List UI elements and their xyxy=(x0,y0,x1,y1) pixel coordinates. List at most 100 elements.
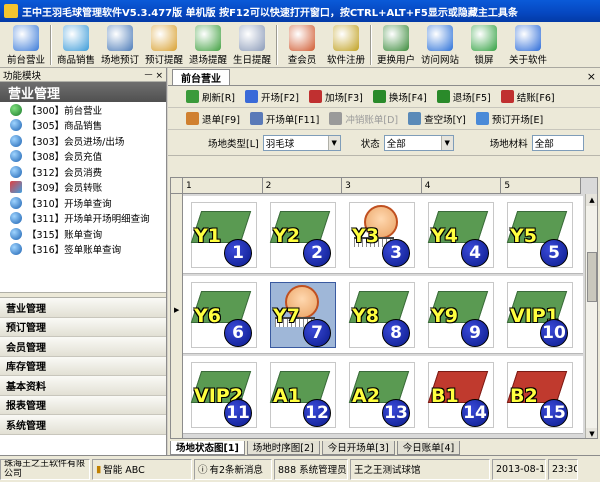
tree-item[interactable]: 【303】会员进场/出场 xyxy=(10,133,166,149)
venue-type-select[interactable]: 羽毛球 ▼ xyxy=(262,134,341,151)
action-button-exit-venue[interactable]: 退场[F5] xyxy=(436,90,491,104)
module-menu-item[interactable]: 系统管理 xyxy=(0,415,166,435)
venue-cell[interactable]: B2 15 xyxy=(506,362,573,428)
tree-item[interactable]: 【310】开场单查询 xyxy=(10,195,166,211)
module-menu-item[interactable]: 报表管理 xyxy=(0,395,166,415)
tree-item-label: 【309】会员转账 xyxy=(27,183,103,195)
toolbar-button-user-switch[interactable]: 更换用户 xyxy=(374,22,418,68)
action-button-add-venue[interactable]: 加场[F3] xyxy=(308,90,363,104)
material-select[interactable]: 全部 xyxy=(531,134,584,151)
venue-name-label: Y3 xyxy=(352,225,379,247)
venue-type-value: 羽毛球 xyxy=(265,138,295,150)
tree-item[interactable]: 【305】商品销售 xyxy=(10,118,166,134)
column-header-cell[interactable]: 5 xyxy=(501,178,581,194)
status-select[interactable]: 全部 ▼ xyxy=(383,134,454,151)
action-button-label: 退场[F5] xyxy=(452,92,491,104)
column-header-cell[interactable]: 3 xyxy=(342,178,422,194)
scroll-thumb[interactable] xyxy=(587,252,597,302)
vertical-scrollbar[interactable]: ▲ ▼ xyxy=(585,194,597,438)
open-venue-icon xyxy=(245,90,259,103)
action-button-search-venue[interactable]: 查空场[Y] xyxy=(408,112,466,126)
action-button-open-venue[interactable]: 开场[F2] xyxy=(245,90,299,104)
column-header-cell[interactable]: 2 xyxy=(263,178,343,194)
action-button-receipt[interactable]: 开场单[F11] xyxy=(249,112,320,126)
current-user: 888 系统管理员 xyxy=(274,458,348,480)
venue-cell[interactable]: Y2 2 xyxy=(269,202,336,268)
pin-icon[interactable]: ᅳ × xyxy=(144,68,163,81)
scroll-up-icon[interactable]: ▲ xyxy=(586,194,597,206)
close-icon[interactable]: × xyxy=(587,70,596,83)
globe-icon xyxy=(10,134,22,147)
venue-cell[interactable]: Y7 7 xyxy=(270,282,336,348)
exit-venue-icon xyxy=(436,90,450,103)
view-tab[interactable]: 场地时序图[2] xyxy=(246,440,320,455)
tree-item-label: 【316】签单账单查询 xyxy=(27,245,122,257)
venue-cell[interactable]: VIP2 11 xyxy=(190,362,257,428)
toolbar-button-ie[interactable]: 访问网站 xyxy=(418,22,462,68)
column-header-cell[interactable]: 1 xyxy=(183,178,263,194)
module-menu-item[interactable]: 基本资料 xyxy=(0,376,166,396)
action-button-label: 结账[F6] xyxy=(516,92,555,104)
venue-cell[interactable]: Y3 3 xyxy=(349,202,415,268)
tree-item[interactable]: 【308】会员充值 xyxy=(10,149,166,165)
checkout-icon xyxy=(500,90,514,103)
toolbar-button-notepad[interactable]: 前台营业 xyxy=(4,22,48,68)
message-indicator[interactable]: ⓘ 有2条新消息 xyxy=(194,458,272,480)
venue-cell[interactable]: VIP1 10 xyxy=(506,282,573,348)
venue-cell[interactable]: B1 14 xyxy=(427,362,494,428)
toolbar-button-users[interactable]: 查会员 xyxy=(280,22,324,68)
module-menu-item[interactable]: 库存管理 xyxy=(0,356,166,376)
venue-row: VIP2 11 A1 12 A2 13 B1 14 B2 15 xyxy=(183,356,583,434)
action-button-checkout[interactable]: 结账[F6] xyxy=(500,90,555,104)
toolbar-button-lock-arrow[interactable]: 锁屏 xyxy=(462,22,506,68)
tree-item[interactable]: 【312】会员消费 xyxy=(10,164,166,180)
toolbar-button-person[interactable]: 商品销售 xyxy=(54,22,98,68)
function-module-panel: 功能模块 ᅳ × 营业管理 【300】前台营业 【305】商品销售 【303】会员进… xyxy=(0,68,167,455)
venue-row: Y1 1 Y2 2 Y3 3 Y4 4 Y5 5 xyxy=(183,196,583,274)
action-button-refresh[interactable]: 刷新[R] xyxy=(186,90,235,104)
add-venue-icon xyxy=(308,90,322,103)
tree-item[interactable]: 【315】账单查询 xyxy=(10,226,166,242)
venue-number-badge: 9 xyxy=(461,319,489,347)
tree-item[interactable]: 【316】签单账单查询 xyxy=(10,242,166,258)
toolbar-button-help[interactable]: 关于软件 xyxy=(506,22,550,68)
tree-item[interactable]: 【311】开场单开场明细查询 xyxy=(10,211,166,227)
view-tab[interactable]: 今日账单[4] xyxy=(396,440,461,455)
toolbar-button-window[interactable]: 生日提醒 xyxy=(230,22,274,68)
action-button-refund[interactable]: 退单[F9] xyxy=(186,112,240,126)
globe-icon xyxy=(10,243,22,256)
venue-cell[interactable]: Y4 4 xyxy=(427,202,494,268)
app-icon xyxy=(4,4,18,18)
venue-cell[interactable]: A1 12 xyxy=(269,362,336,428)
action-button-reserve-open[interactable]: 预订开场[E] xyxy=(475,112,543,126)
venue-cell[interactable]: Y8 8 xyxy=(348,282,415,348)
venue-cell[interactable]: A2 13 xyxy=(348,362,415,428)
module-menu-item[interactable]: 会员管理 xyxy=(0,337,166,357)
module-menu-item[interactable]: 预订管理 xyxy=(0,317,166,337)
action-button-swap-venue[interactable]: 换场[F4] xyxy=(372,90,427,104)
tab-front-desk[interactable]: 前台营业 xyxy=(172,69,230,85)
toolbar-button-screen[interactable]: 退场提醒 xyxy=(186,22,230,68)
status-bar: 珠海王之王软件有限公司 ▮ 智能 ABC ⓘ 有2条新消息 888 系统管理员 王之… xyxy=(0,455,600,482)
venue-cell[interactable]: Y6 6 xyxy=(190,282,257,348)
venue-cell[interactable]: Y9 9 xyxy=(427,282,494,348)
toolbar-button-clipboard[interactable]: 预订提醒 xyxy=(142,22,186,68)
module-menu-item[interactable]: 营业管理 xyxy=(0,298,166,318)
panel-header-title: 功能模块 xyxy=(3,70,42,82)
scroll-down-icon[interactable]: ▼ xyxy=(586,428,597,438)
action-button-label: 开场单[F11] xyxy=(265,114,320,126)
action-button-void[interactable]: 冲销账单[D] xyxy=(329,112,398,126)
chevron-down-icon: ▼ xyxy=(440,135,453,150)
tree-item[interactable]: 【300】前台营业 xyxy=(10,102,166,118)
toolbar-button-calendar[interactable]: 场地预订 xyxy=(98,22,142,68)
toolbar-button-key[interactable]: 软件注册 xyxy=(324,22,368,68)
toolbar-button-label: 更换用户 xyxy=(376,55,415,66)
main-area: 前台营业 × 刷新[R] 开场[F2] 加场[F3] 换场[F4] 退场[F5] 结账[F… xyxy=(168,68,600,455)
column-header-corner xyxy=(171,178,183,194)
column-header-cell[interactable]: 4 xyxy=(422,178,502,194)
venue-cell[interactable]: Y5 5 xyxy=(506,202,573,268)
tree-item[interactable]: 【309】会员转账 xyxy=(10,180,166,196)
view-tab[interactable]: 场地状态图[1] xyxy=(170,440,245,455)
venue-cell[interactable]: Y1 1 xyxy=(190,202,257,268)
view-tab[interactable]: 今日开场单[3] xyxy=(321,440,395,455)
